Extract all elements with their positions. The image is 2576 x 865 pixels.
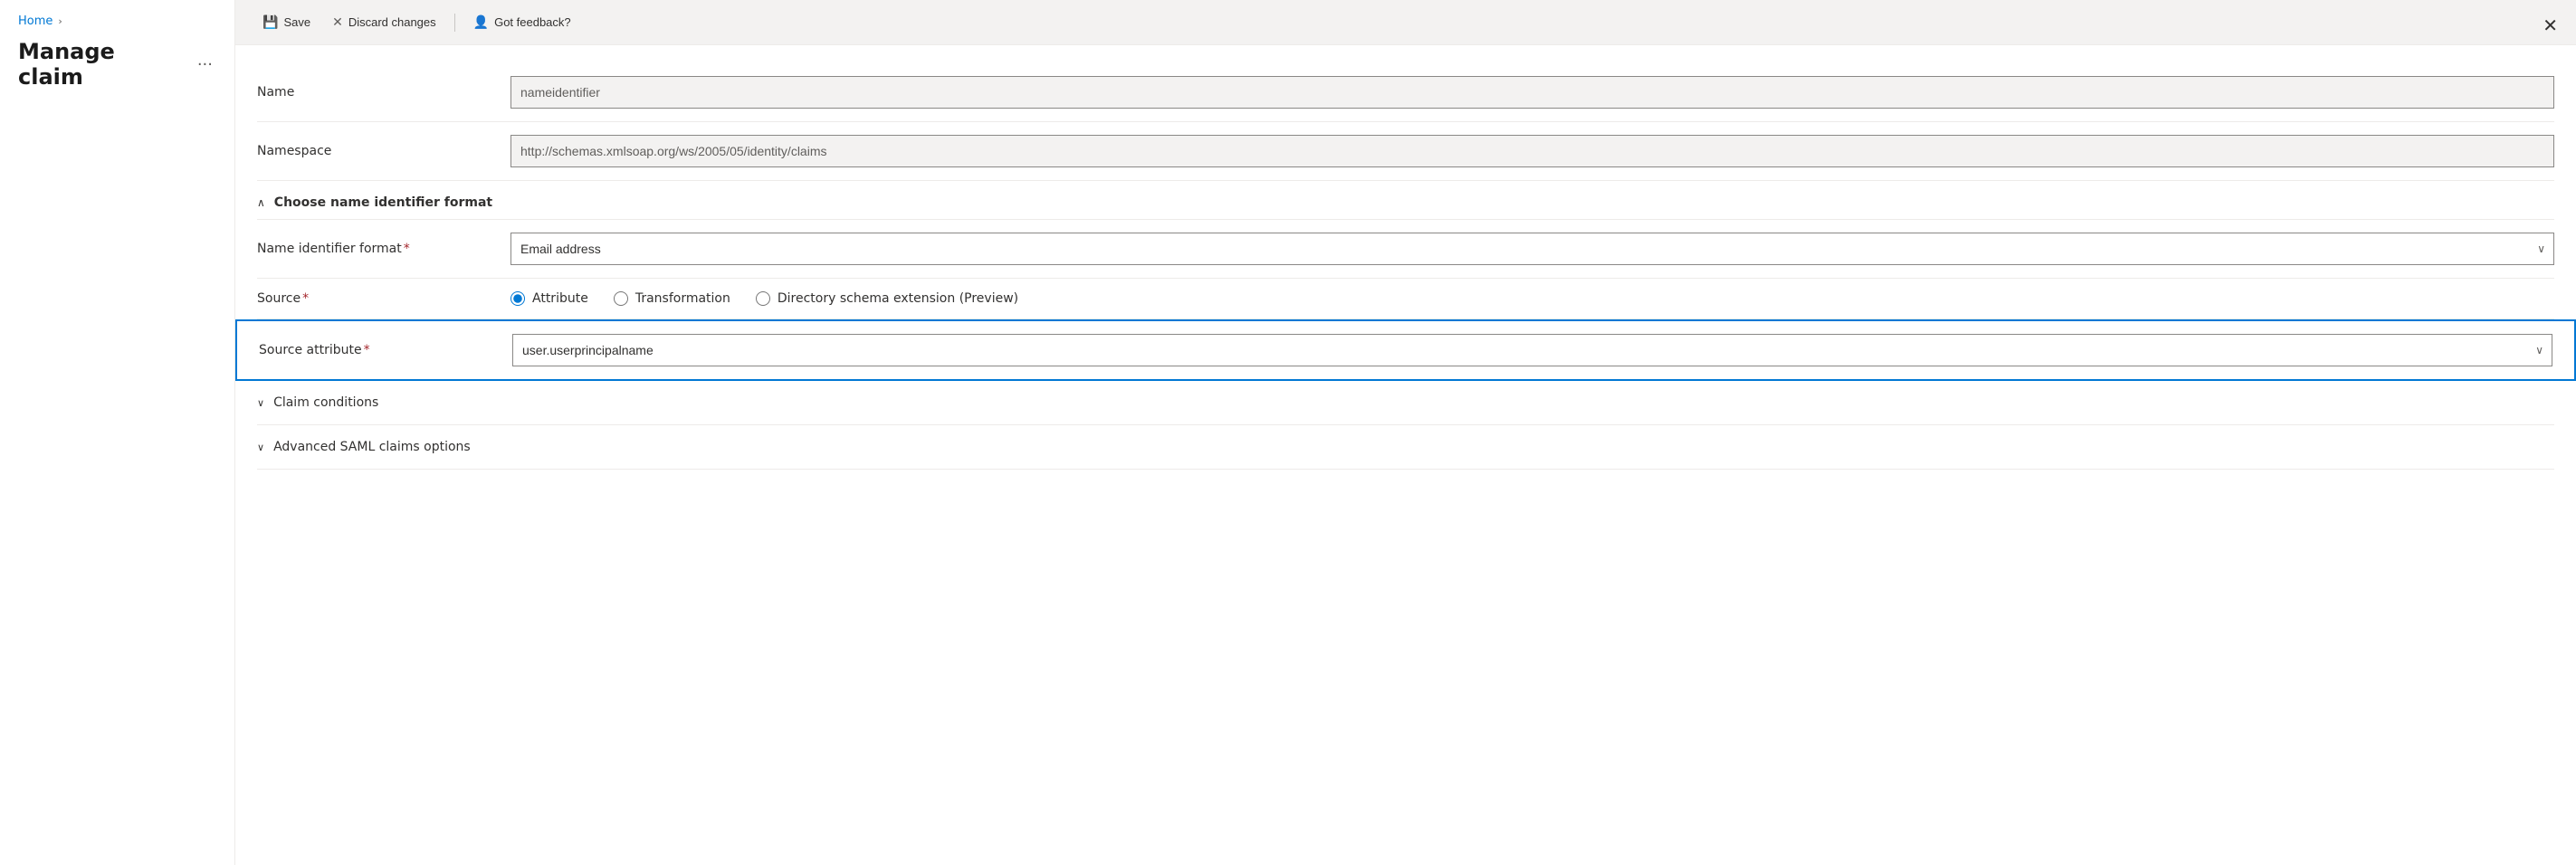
- discard-button[interactable]: ✕ Discard changes: [323, 9, 445, 35]
- page-title: Manage claim: [18, 39, 186, 90]
- source-attribute-label: Source attribute*: [259, 343, 512, 357]
- breadcrumb-home-link[interactable]: Home: [18, 14, 52, 28]
- name-identifier-format-label: Name identifier format*: [257, 242, 510, 256]
- source-row: Source* Attribute Transformation: [257, 279, 2554, 319]
- advanced-saml-title: Advanced SAML claims options: [273, 440, 471, 454]
- source-attribute-required: *: [364, 343, 370, 357]
- advanced-saml-chevron-icon: ∨: [257, 442, 264, 453]
- name-label: Name: [257, 85, 510, 100]
- toolbar: 💾 Save ✕ Discard changes 👤 Got feedback?: [235, 0, 2576, 45]
- discard-icon: ✕: [332, 14, 343, 30]
- claim-conditions-chevron-icon: ∨: [257, 397, 264, 409]
- right-panel: ✕ 💾 Save ✕ Discard changes 👤 Got feedbac…: [235, 0, 2576, 865]
- more-options-icon[interactable]: ···: [194, 53, 216, 76]
- source-attribute-select[interactable]: user.userprincipalname user.mail user.di…: [512, 334, 2552, 366]
- source-transformation-radio-item[interactable]: Transformation: [614, 291, 730, 306]
- breadcrumb: Home ›: [18, 14, 216, 28]
- form-panel: ✕ 💾 Save ✕ Discard changes 👤 Got feedbac…: [235, 0, 2576, 865]
- claim-conditions-title: Claim conditions: [273, 395, 378, 410]
- breadcrumb-chevron-icon: ›: [58, 15, 62, 27]
- source-radio-group: Attribute Transformation Directory schem…: [510, 291, 1018, 306]
- name-identifier-select-wrapper: Email address Not specified Persistent T…: [510, 233, 2554, 265]
- feedback-button[interactable]: 👤 Got feedback?: [464, 9, 580, 35]
- source-attribute-row: Source attribute* user.userprincipalname…: [235, 319, 2576, 381]
- source-attribute-radio[interactable]: [510, 291, 525, 306]
- choose-name-section-header[interactable]: ∧ Choose name identifier format: [257, 181, 2554, 220]
- claim-conditions-header[interactable]: ∨ Claim conditions: [257, 381, 2554, 424]
- save-button[interactable]: 💾 Save: [253, 9, 320, 35]
- source-attribute-select-wrapper: user.userprincipalname user.mail user.di…: [512, 334, 2552, 366]
- advanced-saml-header[interactable]: ∨ Advanced SAML claims options: [257, 425, 2554, 469]
- name-row: Name: [257, 63, 2554, 122]
- feedback-label: Got feedback?: [494, 15, 571, 29]
- choose-name-chevron-icon: ∧: [257, 196, 265, 209]
- namespace-row: Namespace: [257, 122, 2554, 181]
- source-attribute-radio-label: Attribute: [532, 291, 588, 306]
- source-directory-radio-label: Directory schema extension (Preview): [778, 291, 1018, 306]
- feedback-icon: 👤: [473, 14, 489, 30]
- left-panel: Home › Manage claim ···: [0, 0, 235, 865]
- name-identifier-required: *: [404, 242, 410, 256]
- source-attribute-radio-item[interactable]: Attribute: [510, 291, 588, 306]
- source-required: *: [302, 291, 309, 306]
- source-directory-radio-item[interactable]: Directory schema extension (Preview): [756, 291, 1018, 306]
- close-button[interactable]: ✕: [2543, 14, 2558, 37]
- namespace-input[interactable]: [510, 135, 2554, 167]
- save-icon: 💾: [262, 14, 278, 30]
- discard-label: Discard changes: [348, 15, 436, 29]
- name-identifier-format-row: Name identifier format* Email address No…: [257, 220, 2554, 279]
- source-directory-radio[interactable]: [756, 291, 770, 306]
- choose-name-section-title: Choose name identifier format: [274, 195, 492, 210]
- name-identifier-format-select[interactable]: Email address Not specified Persistent T…: [510, 233, 2554, 265]
- page-title-row: Manage claim ···: [18, 39, 216, 90]
- namespace-label: Namespace: [257, 144, 510, 158]
- claim-conditions-section: ∨ Claim conditions: [257, 381, 2554, 425]
- save-label: Save: [283, 15, 310, 29]
- source-label: Source*: [257, 291, 510, 306]
- source-transformation-radio[interactable]: [614, 291, 628, 306]
- form-content: Name Namespace ∧ Choose name identifier …: [235, 45, 2576, 488]
- name-input[interactable]: [510, 76, 2554, 109]
- advanced-saml-section: ∨ Advanced SAML claims options: [257, 425, 2554, 470]
- toolbar-divider: [454, 14, 455, 32]
- source-transformation-radio-label: Transformation: [635, 291, 730, 306]
